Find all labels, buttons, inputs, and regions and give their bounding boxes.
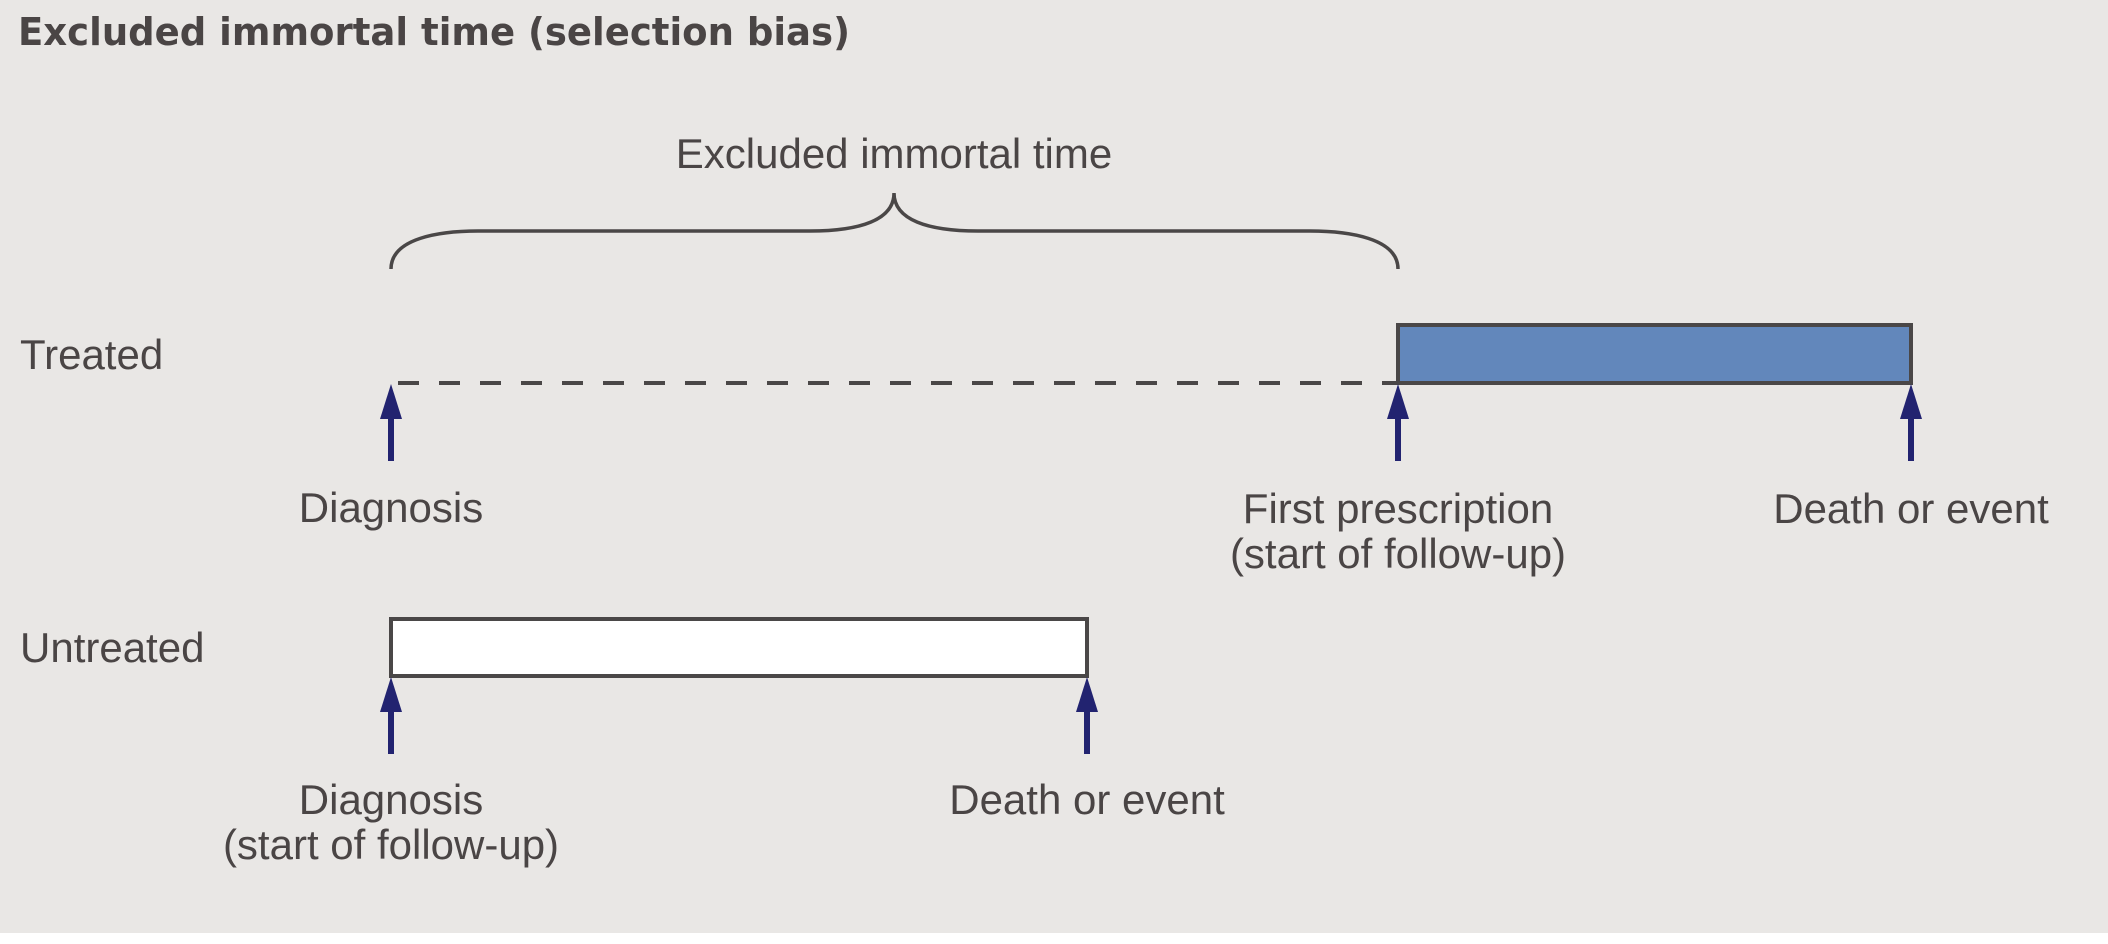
excluded-time-brace xyxy=(389,192,1400,270)
arrow-up-icon xyxy=(1076,677,1098,712)
arrow-up-icon xyxy=(1900,384,1922,419)
row-label-treated: Treated xyxy=(20,331,163,378)
arrow-up-icon xyxy=(380,384,402,419)
treated-first-prescription-label: First prescription xyxy=(1243,485,1553,532)
treated-followup-bar xyxy=(1396,323,1913,385)
untreated-diagnosis-sublabel: (start of follow-up) xyxy=(223,821,559,868)
treated-diagnosis-label: Diagnosis xyxy=(299,484,483,531)
arrow-treated-death xyxy=(1900,384,1922,461)
arrow-treated-first-prescription xyxy=(1387,384,1409,461)
treated-death-label: Death or event xyxy=(1773,485,2049,532)
untreated-diagnosis-label: Diagnosis xyxy=(299,776,483,823)
untreated-death-label: Death or event xyxy=(949,776,1225,823)
arrow-untreated-death xyxy=(1076,677,1098,754)
figure-title: Excluded immortal time (selection bias) xyxy=(18,10,850,54)
brace-label: Excluded immortal time xyxy=(676,130,1112,177)
arrow-treated-diagnosis xyxy=(380,384,402,461)
row-label-untreated: Untreated xyxy=(20,624,204,671)
arrow-untreated-diagnosis xyxy=(380,677,402,754)
immortal-time-diagram: Excluded immortal time (selection bias) … xyxy=(18,10,2049,868)
treated-first-prescription-sublabel: (start of follow-up) xyxy=(1230,530,1566,577)
arrow-up-icon xyxy=(380,677,402,712)
untreated-followup-bar xyxy=(389,617,1089,678)
arrow-up-icon xyxy=(1387,384,1409,419)
